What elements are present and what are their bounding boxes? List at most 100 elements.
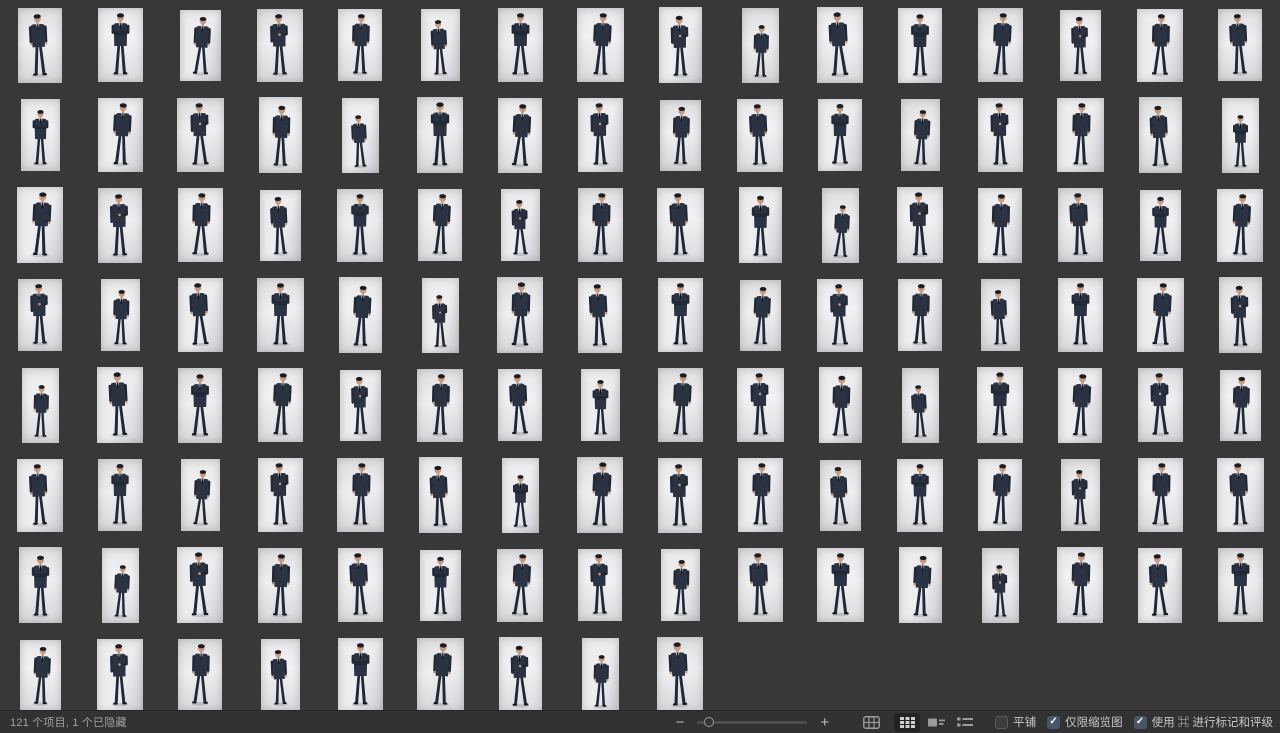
photo-thumbnail[interactable] <box>502 458 539 533</box>
photo-thumbnail[interactable] <box>338 548 383 622</box>
photo-thumbnail[interactable] <box>657 637 703 710</box>
photo-thumbnail[interactable] <box>982 548 1019 623</box>
photo-thumbnail[interactable] <box>582 638 619 711</box>
photo-thumbnail[interactable] <box>417 638 464 710</box>
photo-thumbnail[interactable] <box>578 188 623 262</box>
photo-thumbnail[interactable] <box>337 458 384 532</box>
cmd-tagging-checkbox[interactable]: ✓ <box>1134 716 1147 729</box>
photo-thumbnail[interactable] <box>501 189 540 261</box>
photo-thumbnail[interactable] <box>422 278 459 353</box>
photo-thumbnail[interactable] <box>19 547 62 623</box>
cmd-tagging-checkbox-group[interactable]: ✓ 使用 ⌘ 进行标记和评级 <box>1134 714 1273 730</box>
tile-checkbox-group[interactable]: 平铺 <box>995 714 1036 730</box>
photo-thumbnail[interactable] <box>421 9 460 81</box>
view-mode-thumbnail-grid-button[interactable] <box>894 713 920 732</box>
photo-thumbnail[interactable] <box>577 457 623 533</box>
photo-thumbnail[interactable] <box>978 8 1023 82</box>
photo-thumbnail[interactable] <box>901 99 940 171</box>
photo-thumbnail[interactable] <box>177 547 223 623</box>
photo-thumbnail[interactable] <box>902 368 939 443</box>
photo-thumbnail[interactable] <box>498 98 542 173</box>
photo-thumbnail[interactable] <box>257 278 304 352</box>
photo-thumbnail[interactable] <box>338 638 383 710</box>
view-mode-list-button[interactable] <box>952 713 978 732</box>
photo-thumbnail[interactable] <box>17 459 63 532</box>
photo-thumbnail[interactable] <box>1222 98 1259 173</box>
photo-thumbnail[interactable] <box>98 459 142 531</box>
photo-thumbnail[interactable] <box>1061 459 1100 531</box>
photo-thumbnail[interactable] <box>258 458 303 532</box>
photo-thumbnail[interactable] <box>1138 368 1183 442</box>
photo-thumbnail[interactable] <box>18 8 62 83</box>
photo-thumbnail[interactable] <box>898 8 942 83</box>
photo-thumbnail[interactable] <box>338 9 382 81</box>
photo-thumbnail[interactable] <box>1219 277 1262 353</box>
photo-thumbnail[interactable] <box>658 368 703 442</box>
photo-thumbnail[interactable] <box>897 187 943 263</box>
photo-thumbnail[interactable] <box>899 547 942 623</box>
photo-thumbnail[interactable] <box>498 8 543 82</box>
photo-thumbnail[interactable] <box>822 188 859 263</box>
photo-thumbnail[interactable] <box>981 279 1020 351</box>
photo-thumbnail[interactable] <box>1217 458 1264 532</box>
photo-thumbnail[interactable] <box>738 548 783 622</box>
photo-thumbnail[interactable] <box>738 458 783 532</box>
photo-thumbnail[interactable] <box>978 459 1022 531</box>
photo-thumbnail[interactable] <box>177 98 224 172</box>
photo-thumbnail[interactable] <box>1138 548 1182 623</box>
photo-thumbnail[interactable] <box>660 100 701 171</box>
photo-thumbnail[interactable] <box>181 459 220 531</box>
photo-thumbnail[interactable] <box>1217 189 1263 262</box>
photo-thumbnail[interactable] <box>497 277 543 353</box>
photo-thumbnail[interactable] <box>97 367 143 443</box>
photo-thumbnail[interactable] <box>258 368 303 442</box>
photo-thumbnail[interactable] <box>178 278 223 352</box>
thumbnail-size-slider[interactable] <box>697 715 807 729</box>
photo-thumbnail[interactable] <box>657 188 704 262</box>
photo-thumbnail[interactable] <box>977 367 1023 443</box>
grid-table-view-button[interactable] <box>858 713 884 732</box>
photo-thumbnail[interactable] <box>261 639 300 710</box>
photo-thumbnail[interactable] <box>1220 370 1261 441</box>
photo-thumbnail[interactable] <box>578 278 622 353</box>
photo-thumbnail[interactable] <box>1057 547 1103 623</box>
thumbnails-only-checkbox-group[interactable]: ✓ 仅限缩览图 <box>1047 714 1123 730</box>
photo-thumbnail[interactable] <box>1140 190 1181 261</box>
photo-thumbnail[interactable] <box>418 189 462 261</box>
photo-thumbnail[interactable] <box>180 10 221 81</box>
photo-thumbnail[interactable] <box>578 549 622 621</box>
photo-thumbnail[interactable] <box>499 637 542 710</box>
photo-thumbnail[interactable] <box>97 639 143 711</box>
photo-thumbnail[interactable] <box>258 548 302 623</box>
photo-thumbnail[interactable] <box>340 370 381 441</box>
photo-thumbnail[interactable] <box>178 368 222 443</box>
photo-thumbnail[interactable] <box>417 97 463 173</box>
photo-thumbnail[interactable] <box>257 9 303 82</box>
tile-checkbox[interactable] <box>995 716 1008 729</box>
photo-thumbnail[interactable] <box>1218 9 1262 81</box>
photo-thumbnail[interactable] <box>339 277 382 353</box>
photo-thumbnail[interactable] <box>419 457 462 533</box>
photo-thumbnail[interactable] <box>1137 9 1183 82</box>
photo-thumbnail[interactable] <box>98 8 143 82</box>
photo-thumbnail[interactable] <box>21 99 60 171</box>
photo-thumbnail[interactable] <box>817 7 863 83</box>
photo-thumbnail[interactable] <box>497 549 543 622</box>
photo-thumbnail[interactable] <box>817 548 864 622</box>
photo-thumbnail[interactable] <box>819 367 862 443</box>
photo-thumbnail[interactable] <box>1058 188 1103 262</box>
photo-thumbnail[interactable] <box>417 369 463 442</box>
photo-thumbnail[interactable] <box>1057 98 1104 172</box>
photo-thumbnail[interactable] <box>98 188 142 263</box>
photo-thumbnail[interactable] <box>898 279 942 351</box>
slider-knob[interactable] <box>704 717 714 727</box>
photo-thumbnail[interactable] <box>581 369 620 441</box>
photo-thumbnail[interactable] <box>98 98 143 172</box>
photo-thumbnail[interactable] <box>178 639 222 710</box>
photo-thumbnail[interactable] <box>737 99 783 172</box>
photo-thumbnail[interactable] <box>817 279 863 352</box>
photo-thumbnail[interactable] <box>1138 458 1183 532</box>
zoom-in-button[interactable]: + <box>816 715 833 730</box>
photo-thumbnail[interactable] <box>1137 278 1184 352</box>
photo-thumbnail[interactable] <box>577 8 624 82</box>
